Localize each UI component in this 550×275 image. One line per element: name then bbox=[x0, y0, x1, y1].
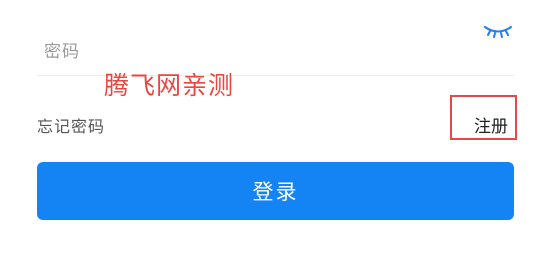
register-link[interactable]: 注册 bbox=[474, 112, 508, 137]
password-placeholder: 密码 bbox=[44, 42, 80, 62]
login-button[interactable]: 登录 bbox=[37, 162, 514, 220]
watermark-text: 腾飞网亲测 bbox=[104, 71, 235, 100]
forgot-password-link[interactable]: 忘记密码 bbox=[37, 113, 105, 137]
eye-closed-icon[interactable] bbox=[482, 22, 514, 42]
